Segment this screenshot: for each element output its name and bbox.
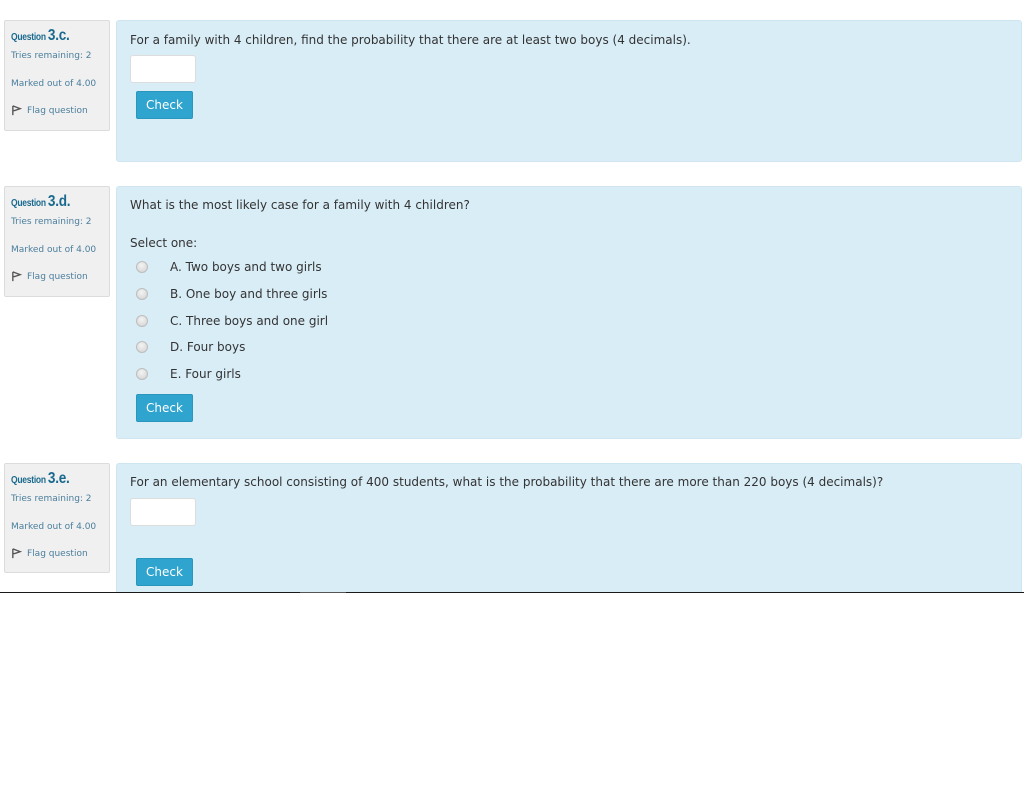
flag-question-link[interactable]: Flag question [11,105,103,116]
option-label: E. Four girls [170,367,241,381]
horizontal-scrollbar[interactable] [0,592,1024,593]
option-c[interactable]: C. Three boys and one girl [136,311,328,331]
option-e[interactable]: E. Four girls [136,364,241,384]
marked-out-of: Marked out of 4.00 [11,79,97,89]
marked-out-of: Marked out of 4.00 [11,522,97,532]
question-text: For an elementary school consisting of 4… [130,475,884,489]
question-info-3d: Question 3.d. Tries remaining: 2 Marked … [4,186,110,297]
question-num: 3.c. [47,27,70,44]
option-d[interactable]: D. Four boys [136,337,245,357]
radio-button[interactable] [136,368,148,380]
question-content-3e: For an elementary school consisting of 4… [116,463,1022,593]
question-num: 3.e. [47,470,70,487]
tries-remaining: Tries remaining: 2 [11,217,92,227]
flag-question-link[interactable]: Flag question [11,548,103,559]
question-number: Question 3.c. [11,27,89,49]
flag-label: Flag question [27,548,88,559]
answer-input[interactable] [130,498,196,526]
quiz-page: Question 3.c. Tries remaining: 2 Marked … [0,0,1024,593]
question-info-3c: Question 3.c. Tries remaining: 2 Marked … [4,20,110,131]
question-number: Question 3.e. [11,470,89,492]
question-content-3d: What is the most likely case for a famil… [116,186,1022,439]
question-label: Question [11,198,46,209]
check-button[interactable]: Check [136,558,193,586]
flag-label: Flag question [27,105,88,116]
answer-input[interactable] [130,55,196,83]
question-text: For a family with 4 children, find the p… [130,33,691,47]
tries-remaining: Tries remaining: 2 [11,51,92,61]
radio-button[interactable] [136,288,148,300]
option-label: C. Three boys and one girl [170,314,329,328]
option-label: B. One boy and three girls [170,287,328,301]
question-text: What is the most likely case for a famil… [130,198,470,212]
select-one-label: Select one: [130,236,198,250]
question-info-3e: Question 3.e. Tries remaining: 2 Marked … [4,463,110,573]
radio-button[interactable] [136,341,148,353]
question-content-3c: For a family with 4 children, find the p… [116,20,1022,162]
option-label: D. Four boys [170,340,246,354]
marked-out-of: Marked out of 4.00 [11,245,97,255]
flag-icon [12,271,22,282]
check-button[interactable]: Check [136,91,193,119]
question-label: Question [11,475,46,486]
option-label: A. Two boys and two girls [170,260,322,274]
question-number: Question 3.d. [11,193,89,215]
question-label: Question [11,32,46,43]
option-a[interactable]: A. Two boys and two girls [136,257,322,277]
radio-button[interactable] [136,315,148,327]
check-button[interactable]: Check [136,394,193,422]
flag-question-link[interactable]: Flag question [11,271,103,282]
flag-label: Flag question [27,271,88,282]
question-num: 3.d. [47,193,71,210]
radio-button[interactable] [136,261,148,273]
option-b[interactable]: B. One boy and three girls [136,284,327,304]
scrollbar-thumb[interactable] [300,592,346,593]
flag-icon [12,548,22,559]
flag-icon [12,105,22,116]
tries-remaining: Tries remaining: 2 [11,494,92,504]
